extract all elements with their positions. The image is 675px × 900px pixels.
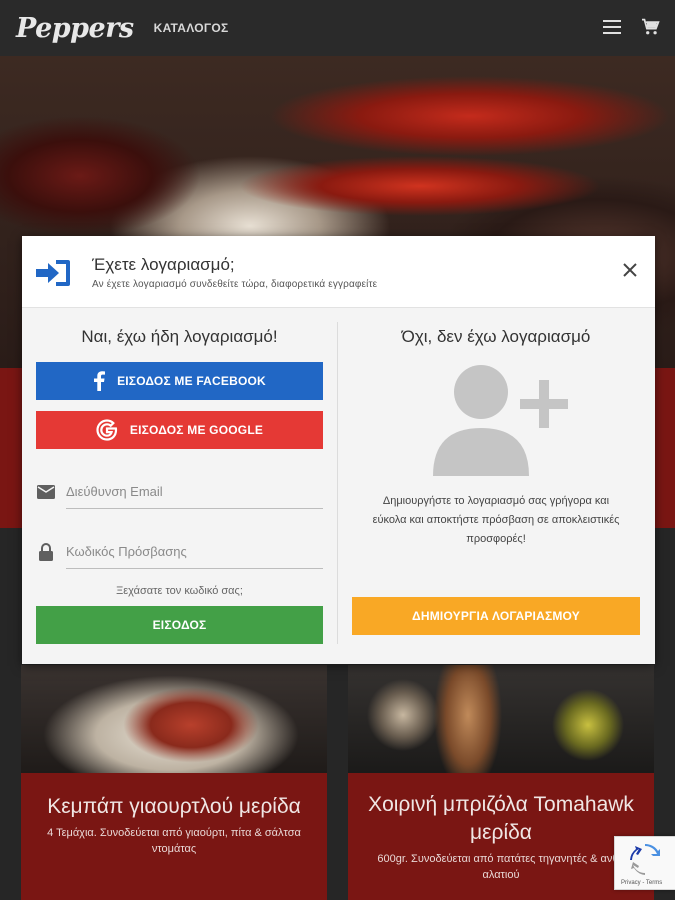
forgot-password-link[interactable]: Ξεχάσατε τον κωδικό σας; — [36, 585, 323, 601]
register-column: Όχι, δεν έχω λογαριασμό Δημιουργήστε το … — [352, 322, 640, 635]
login-heading: Ναι, έχω ήδη λογαριασμό! — [81, 327, 278, 346]
product-title: Κεμπάπ γιαουρτλού μερίδα — [47, 795, 301, 818]
facebook-icon — [93, 371, 106, 391]
lock-icon — [36, 542, 56, 562]
modal-subtitle: Αν έχετε λογαριασμό συνδεθείτε τώρα, δια… — [92, 279, 378, 290]
facebook-login-label: ΕΙΣΟΔΟΣ ΜΕ FACEBOOK — [117, 374, 266, 388]
login-button[interactable]: ΕΙΣΟΔΟΣ — [36, 606, 323, 644]
recaptcha-terms[interactable]: Privacy - Terms — [621, 880, 662, 886]
recaptcha-icon — [630, 843, 660, 875]
product-image — [348, 665, 654, 773]
modal-header: Έχετε λογαριασμό; Αν έχετε λογαριασμό συ… — [22, 236, 655, 308]
login-modal: Έχετε λογαριασμό; Αν έχετε λογαριασμό συ… — [22, 236, 655, 664]
register-promo-text: Δημιουργήστε το λογαριασμό σας γρήγορα κ… — [372, 495, 620, 545]
register-heading: Όχι, δεν έχω λογαριασμό — [401, 327, 591, 346]
modal-title: Έχετε λογαριασμό; — [92, 255, 235, 274]
product-card[interactable]: Χοιρινή μπριζόλα Tomahawk μερίδα 600gr. … — [348, 665, 654, 900]
product-card[interactable]: Κεμπάπ γιαουρτλού μερίδα 4 Τεμάχια. Συνο… — [21, 665, 327, 900]
product-card-body: Κεμπάπ γιαουρτλού μερίδα 4 Τεμάχια. Συνο… — [21, 773, 327, 900]
google-login-button[interactable]: ΕΙΣΟΔΟΣ ΜΕ GOOGLE — [36, 411, 323, 449]
add-user-icon — [421, 360, 571, 480]
google-login-label: ΕΙΣΟΔΟΣ ΜΕ GOOGLE — [129, 423, 264, 437]
top-icons — [603, 18, 661, 36]
create-account-button[interactable]: ΔΗΜΙΟΥΡΓΙΑ ΛΟΓΑΡΙΑΣΜΟΥ — [352, 597, 640, 635]
login-column: Ναι, έχω ήδη λογαριασμό! ΕΙΣΟΔΟΣ ΜΕ FACE… — [36, 322, 323, 644]
password-field — [36, 533, 323, 571]
close-icon[interactable] — [623, 263, 637, 277]
hamburger-menu-icon[interactable] — [603, 20, 621, 34]
google-icon — [96, 419, 118, 441]
product-image — [21, 665, 327, 773]
mail-icon — [36, 482, 56, 502]
recaptcha-badge[interactable]: Privacy - Terms — [614, 836, 675, 890]
brand-logo[interactable]: Peppers — [16, 13, 134, 44]
nav-catalog-link[interactable]: ΚΑΤΑΛΟΓΟΣ — [154, 21, 229, 35]
product-description: 4 Τεμάχια. Συνοδεύεται από γιαούρτι, πίτ… — [47, 827, 301, 855]
password-input[interactable] — [66, 535, 323, 569]
email-input[interactable] — [66, 475, 323, 509]
product-description: 600gr. Συνοδεύεται από πατάτες τηγανητές… — [377, 853, 625, 881]
top-navbar: Peppers ΚΑΤΑΛΟΓΟΣ — [0, 0, 675, 56]
product-title: Χοιρινή μπριζόλα Tomahawk μερίδα — [368, 793, 634, 844]
login-icon — [36, 260, 70, 286]
column-divider — [337, 322, 338, 644]
facebook-login-button[interactable]: ΕΙΣΟΔΟΣ ΜΕ FACEBOOK — [36, 362, 323, 400]
shopping-cart-icon[interactable] — [641, 18, 661, 36]
email-field — [36, 473, 323, 511]
product-card-body: Χοιρινή μπριζόλα Tomahawk μερίδα 600gr. … — [348, 773, 654, 900]
